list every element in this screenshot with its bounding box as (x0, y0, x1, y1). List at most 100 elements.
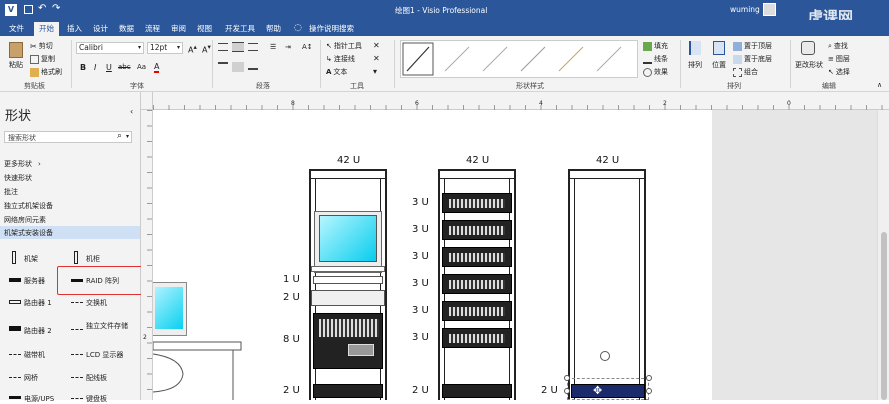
effects-button[interactable]: 效果 (643, 67, 668, 77)
align-middle-icon[interactable] (232, 62, 244, 72)
case-button[interactable]: Aa (137, 63, 146, 71)
strikethrough-button[interactable]: abc (118, 63, 131, 71)
shape-search-box[interactable]: 搜索形状 ⌕ ▾ (4, 131, 132, 143)
font-name-select[interactable]: Calibri ▾ (76, 42, 144, 54)
undo-icon[interactable]: ↶ (38, 3, 46, 14)
copy-button[interactable]: 复制 (30, 54, 55, 64)
text-tool-button[interactable]: A 文本 (326, 67, 347, 77)
change-shape-button[interactable]: 更改形状 (795, 60, 823, 70)
server-unit[interactable] (313, 313, 383, 369)
redo-icon[interactable]: ↷ (52, 3, 60, 14)
drawing-canvas[interactable]: 42 U 1 U 2 U 8 U 2 U 42 U 3 U 3 U 3 U 3 … (153, 110, 889, 400)
vertical-scrollbar[interactable] (877, 110, 889, 400)
stencil-router-2[interactable]: 路由器 2 (24, 326, 52, 336)
list-icon[interactable]: ☰ (270, 43, 276, 51)
raid-unit[interactable] (442, 384, 512, 398)
stencil-server[interactable]: 服务器 (24, 276, 45, 286)
fill-button[interactable]: 填充 (643, 41, 668, 51)
align-center-icon[interactable] (232, 42, 244, 52)
search-input[interactable]: 搜索形状 (8, 133, 36, 143)
font-color-button[interactable]: A (154, 62, 160, 73)
align-bottom-icon[interactable] (248, 62, 258, 70)
tab-help[interactable]: 帮助 (261, 22, 286, 36)
find-button[interactable]: ⌕ 查找 (828, 41, 848, 51)
stencil-bridge[interactable]: 网桥 (24, 373, 38, 383)
save-icon[interactable] (24, 5, 33, 14)
close-icon[interactable]: ✕ (373, 54, 380, 63)
indent-icon[interactable]: ⇥ (285, 43, 291, 51)
tab-home[interactable]: 开始 (34, 22, 59, 36)
stencil-nas[interactable]: 独立文件存储 (86, 321, 132, 331)
shape-style-gallery[interactable] (400, 40, 638, 78)
search-icon[interactable]: ⌕ (117, 131, 122, 141)
array-unit[interactable] (442, 247, 512, 267)
stencil-router-1[interactable]: 路由器 1 (24, 298, 52, 308)
shelf-unit[interactable] (311, 290, 385, 306)
stencil-rack[interactable]: 机架 (24, 254, 38, 264)
user-name[interactable]: wuming (730, 5, 760, 14)
connector-button[interactable]: ↳ 连接线 (326, 54, 355, 64)
stencil-cabinet[interactable]: 机柜 (86, 254, 100, 264)
grow-font-icon[interactable]: A▴ (188, 43, 197, 55)
close-icon[interactable]: ✕ (373, 41, 380, 50)
group-button[interactable]: 组合 (733, 67, 758, 77)
text-direction-icon[interactable]: A↕ (302, 43, 313, 51)
send-to-back-button[interactable]: 置于底层 (733, 54, 772, 64)
array-unit[interactable] (442, 193, 512, 213)
underline-button[interactable]: U (106, 63, 112, 72)
array-unit[interactable] (442, 274, 512, 294)
freestanding-rack-link[interactable]: 独立式机架设备 (4, 201, 53, 211)
italic-button[interactable]: I (94, 63, 96, 72)
tab-review[interactable]: 审阅 (166, 22, 191, 36)
rack-monitor[interactable] (311, 211, 385, 273)
pointer-tool-button[interactable]: ↖ 指针工具 (326, 41, 362, 51)
scrollbar-thumb[interactable] (881, 232, 887, 400)
tab-view[interactable]: 视图 (192, 22, 217, 36)
workstation-monitor[interactable] (153, 282, 187, 336)
chevron-down-icon[interactable]: ▾ (126, 133, 129, 140)
cut-button[interactable]: ✂ 剪切 (30, 41, 53, 51)
keyboard-tray[interactable] (313, 276, 383, 284)
array-unit[interactable] (442, 301, 512, 321)
align-top-icon[interactable] (218, 62, 228, 70)
tab-insert[interactable]: 插入 (62, 22, 87, 36)
stencil-tape-drive[interactable]: 磁带机 (24, 350, 45, 360)
drawing-page[interactable]: 42 U 1 U 2 U 8 U 2 U 42 U 3 U 3 U 3 U 3 … (153, 110, 712, 400)
shrink-font-icon[interactable]: A▾ (202, 43, 211, 55)
array-unit[interactable] (442, 220, 512, 240)
tell-me-search[interactable]: 操作说明搜索 (304, 22, 359, 36)
network-room-link[interactable]: 网络房间元素 (4, 215, 46, 225)
line-button[interactable]: 线条 (643, 54, 668, 64)
workstation-desk[interactable] (153, 340, 253, 400)
tab-file[interactable]: 文件 (4, 22, 29, 36)
stencil-patch-panel[interactable]: 配线板 (86, 373, 107, 383)
tab-process[interactable]: 流程 (140, 22, 165, 36)
collapse-panel-icon[interactable]: ‹ (130, 107, 133, 116)
bring-to-front-button[interactable]: 置于顶层 (733, 41, 772, 51)
layers-button[interactable]: ≡ 图层 (828, 54, 850, 64)
avatar[interactable] (763, 3, 776, 16)
collapse-ribbon-icon[interactable]: ∧ (877, 81, 882, 89)
bold-button[interactable]: B (80, 63, 86, 72)
stencil-ups[interactable]: 电源/UPS (24, 394, 54, 404)
tab-data[interactable]: 数据 (114, 22, 139, 36)
align-objects-button[interactable]: 排列 (688, 60, 702, 70)
more-shapes-link[interactable]: 更多形状 › (4, 159, 41, 169)
raid-unit[interactable] (313, 384, 383, 398)
rack-frame[interactable] (568, 169, 646, 400)
stencil-lcd[interactable]: LCD 显示器 (86, 350, 123, 360)
stencil-keyboard-tray[interactable]: 键盘板 (86, 394, 107, 404)
expand-icon[interactable]: ▾ (373, 67, 377, 76)
font-size-select[interactable]: 12pt ▾ (147, 42, 183, 54)
resize-handle[interactable] (646, 388, 652, 394)
select-button[interactable]: ↖ 选择 (828, 67, 850, 77)
tab-design[interactable]: 设计 (88, 22, 113, 36)
stencil-switch[interactable]: 交换机 (86, 298, 107, 308)
position-button[interactable]: 位置 (712, 60, 726, 70)
annotations-link[interactable]: 批注 (4, 187, 18, 197)
rack-mounted-link[interactable]: 机架式安装设备 (0, 226, 140, 239)
quick-shapes-link[interactable]: 快速形状 (4, 173, 32, 183)
align-left-icon[interactable] (218, 43, 228, 51)
resize-handle[interactable] (564, 375, 570, 381)
resize-handle[interactable] (564, 388, 570, 394)
